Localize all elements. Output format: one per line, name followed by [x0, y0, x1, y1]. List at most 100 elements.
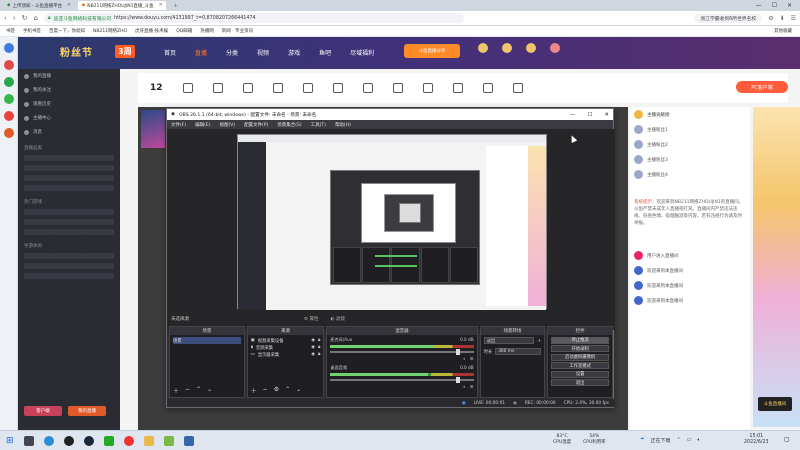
- category-item[interactable]: [24, 175, 54, 181]
- game-icon[interactable]: [103, 435, 114, 446]
- category-item[interactable]: [84, 253, 114, 259]
- category-item[interactable]: [24, 209, 54, 215]
- client-button[interactable]: 客户端: [24, 406, 62, 416]
- search-box[interactable]: 浙江学霸收到6所世界名校: [694, 13, 763, 23]
- duration-input[interactable]: 300 ms: [495, 348, 542, 355]
- cloud-icon[interactable]: [482, 83, 493, 93]
- menu-tools[interactable]: 工具(T): [311, 122, 326, 128]
- sidebar-chat-icon[interactable]: [3, 77, 14, 87]
- volume-icon[interactable]: 🔈︎: [697, 437, 700, 444]
- mail-icon[interactable]: [512, 83, 523, 93]
- home-icon[interactable]: ⌂: [34, 14, 38, 22]
- menu-edit[interactable]: 编辑(E): [195, 122, 210, 128]
- move-up-icon[interactable]: ⌃: [196, 386, 201, 395]
- transition-select[interactable]: 淡出: [483, 337, 534, 344]
- box-icon[interactable]: [242, 83, 253, 93]
- music-icon[interactable]: [362, 83, 373, 93]
- network-icon[interactable]: ▭: [687, 437, 692, 444]
- category-item[interactable]: [24, 263, 54, 269]
- nav-game[interactable]: 游戏: [288, 48, 300, 57]
- bookmark-item[interactable]: 百度一下，你就知: [49, 28, 85, 34]
- category-item[interactable]: [84, 209, 114, 215]
- bookmark-item[interactable]: 新闻 · 专业资讯: [222, 28, 253, 34]
- menu-icon[interactable]: ☰: [791, 15, 796, 22]
- nav-category[interactable]: 分类: [226, 48, 238, 57]
- category-item[interactable]: [24, 273, 54, 279]
- app-icon[interactable]: [183, 435, 194, 446]
- sidebar-wechat-icon[interactable]: [3, 94, 14, 104]
- steam-icon[interactable]: [83, 435, 94, 446]
- obs-minimize-button[interactable]: —: [570, 112, 576, 118]
- menu-file[interactable]: 文件(F): [171, 122, 186, 128]
- download-app-icon[interactable]: [526, 43, 536, 53]
- stop-streaming-button[interactable]: 停止推流: [551, 336, 609, 344]
- minimize-button[interactable]: —: [756, 2, 762, 9]
- source-item[interactable]: ◖ 音频采集 ◉ 🔒︎: [251, 344, 321, 351]
- left-nav-item[interactable]: 我的直播: [18, 69, 120, 83]
- move-up-icon[interactable]: ⌃: [285, 386, 290, 395]
- category-item[interactable]: [24, 185, 54, 191]
- system-clock[interactable]: 15:01 2022/6/23: [744, 434, 769, 446]
- nav-live[interactable]: 直播: [195, 48, 207, 57]
- sidebar-game-icon[interactable]: [3, 60, 14, 70]
- category-item[interactable]: [54, 253, 84, 259]
- category-item[interactable]: [84, 263, 114, 269]
- rank-row[interactable]: 主播粉丝1: [630, 122, 750, 137]
- bookmark-item[interactable]: 虎牙直播-技术娱: [135, 28, 168, 34]
- browser-tab-1[interactable]: ◆ 上传须知 - 斗鱼直播平台 ✕: [3, 1, 75, 10]
- slider-knob[interactable]: [455, 349, 460, 355]
- obs-maximize-button[interactable]: ☐: [587, 112, 592, 118]
- category-item[interactable]: [84, 273, 114, 279]
- gear-icon[interactable]: ⚙: [470, 356, 474, 361]
- reload-icon[interactable]: ↻: [22, 14, 28, 22]
- add-icon[interactable]: ＋: [173, 386, 179, 395]
- nav-video[interactable]: 视频: [257, 48, 269, 57]
- close-tab-icon[interactable]: ✕: [159, 3, 163, 8]
- category-item[interactable]: [84, 229, 114, 235]
- team-icon[interactable]: [422, 83, 433, 93]
- category-item[interactable]: [24, 155, 54, 161]
- left-nav-item[interactable]: 观看历史: [18, 97, 120, 111]
- extension-icon[interactable]: ⚙: [768, 15, 773, 22]
- message-icon[interactable]: [502, 43, 512, 53]
- lock-icon[interactable]: 🔒︎: [318, 345, 320, 350]
- move-down-icon[interactable]: ⌄: [296, 386, 301, 395]
- bookmark-item[interactable]: 热播网: [200, 28, 214, 34]
- douyu-search-button[interactable]: 斗鱼直播分享: [404, 44, 460, 58]
- obs-close-button[interactable]: ✕: [604, 112, 609, 118]
- close-tab-icon[interactable]: ✕: [67, 3, 71, 8]
- scene-item[interactable]: 场景: [173, 337, 241, 344]
- rank-row[interactable]: 主播粉丝2: [630, 137, 750, 152]
- edge-icon[interactable]: [43, 435, 54, 446]
- category-item[interactable]: [24, 219, 54, 225]
- my-live-button[interactable]: 我的直播: [68, 406, 106, 416]
- category-item[interactable]: [54, 273, 84, 279]
- nav-welfare[interactable]: 尽域福利: [350, 48, 374, 57]
- source-item[interactable]: ▭ 显示器采集 ◉ 🔒︎: [251, 351, 321, 358]
- exit-button[interactable]: 退出: [551, 379, 609, 386]
- avatar[interactable]: [550, 43, 560, 53]
- category-item[interactable]: [84, 219, 114, 225]
- speaker-icon[interactable]: 🔈︎: [463, 384, 466, 389]
- history-icon[interactable]: [478, 43, 488, 53]
- visibility-icon[interactable]: ◉: [311, 338, 315, 343]
- category-item[interactable]: [84, 185, 114, 191]
- bookmark-item[interactable]: QQ邮箱: [176, 28, 192, 34]
- lock-icon[interactable]: 🔒︎: [318, 338, 320, 343]
- category-item[interactable]: [54, 175, 84, 181]
- task-view-icon[interactable]: [23, 435, 34, 446]
- category-item[interactable]: [54, 219, 84, 225]
- menu-scene-collection[interactable]: 场景集合(S): [277, 122, 301, 128]
- rocket-icon[interactable]: [272, 83, 283, 93]
- rank-row[interactable]: 主播粉丝3: [630, 152, 750, 167]
- wave-icon[interactable]: [182, 83, 193, 93]
- windows-start-icon[interactable]: ⊞: [6, 436, 14, 446]
- remove-icon[interactable]: −: [263, 386, 268, 395]
- sidebar-star-icon[interactable]: [3, 43, 14, 53]
- visibility-icon[interactable]: ◉: [311, 352, 315, 357]
- category-item[interactable]: [24, 229, 54, 235]
- lock-icon[interactable]: 🔒︎: [318, 352, 320, 357]
- category-item[interactable]: [84, 165, 114, 171]
- volume-slider[interactable]: [330, 349, 474, 355]
- obs-preview[interactable]: [237, 134, 547, 310]
